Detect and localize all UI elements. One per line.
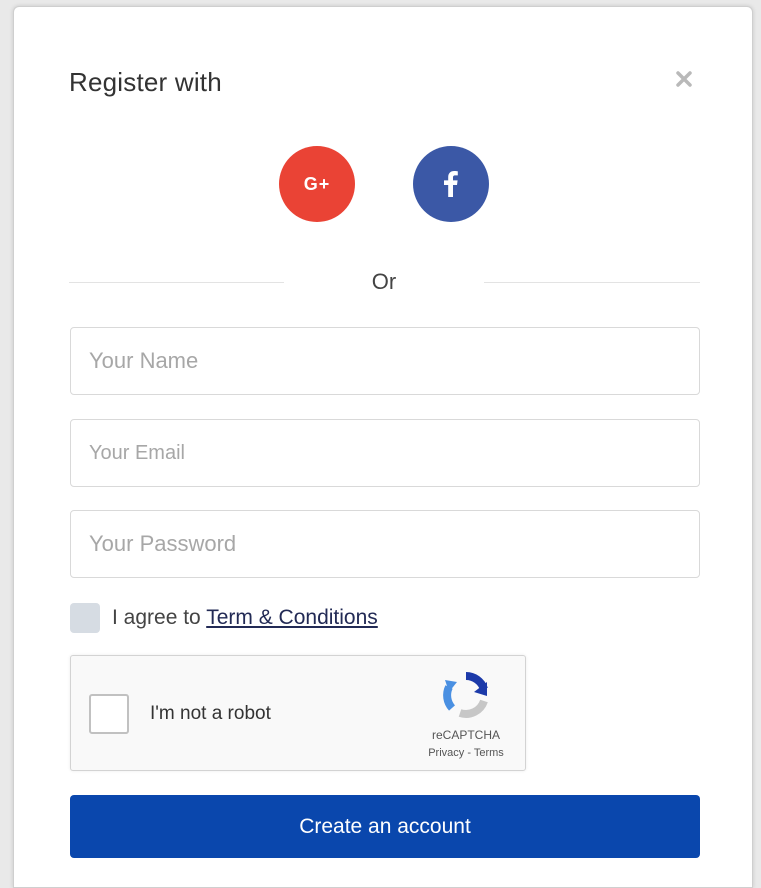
close-icon xyxy=(676,71,692,87)
recaptcha-brand: reCAPTCHA xyxy=(431,728,500,742)
recaptcha-widget: I'm not a robot reCAPTCHA Privacy - Term… xyxy=(70,655,526,771)
recaptcha-label: I'm not a robot xyxy=(150,703,271,724)
email-input[interactable] xyxy=(70,419,700,487)
agree-terms-checkbox[interactable] xyxy=(70,603,100,633)
modal-title: Register with xyxy=(69,67,222,97)
create-account-button[interactable]: Create an account xyxy=(70,795,700,858)
google-plus-button[interactable]: G+ xyxy=(279,146,355,222)
or-divider-label: Or xyxy=(371,269,397,294)
divider-line-right xyxy=(484,282,700,283)
facebook-icon xyxy=(444,171,458,197)
recaptcha-privacy-link[interactable]: Privacy xyxy=(428,747,464,759)
register-modal: Register with G+ Or I agree to Term & Co… xyxy=(13,6,753,888)
terms-conditions-link[interactable]: Term & Conditions xyxy=(206,606,378,629)
recaptcha-links-separator: - xyxy=(464,747,474,759)
recaptcha-terms-link[interactable]: Terms xyxy=(474,747,504,759)
divider-line-left xyxy=(69,282,284,283)
recaptcha-checkbox[interactable] xyxy=(89,694,129,734)
password-input[interactable] xyxy=(70,510,700,578)
name-input[interactable] xyxy=(70,327,700,395)
close-button[interactable] xyxy=(669,64,699,94)
agree-terms-label: I agree to Term & Conditions xyxy=(112,606,378,630)
recaptcha-links: Privacy - Terms xyxy=(411,747,521,759)
facebook-button[interactable] xyxy=(413,146,489,222)
agree-text: I agree to xyxy=(112,606,201,629)
google-plus-icon: G+ xyxy=(303,173,331,194)
recaptcha-logo-icon xyxy=(443,672,488,718)
